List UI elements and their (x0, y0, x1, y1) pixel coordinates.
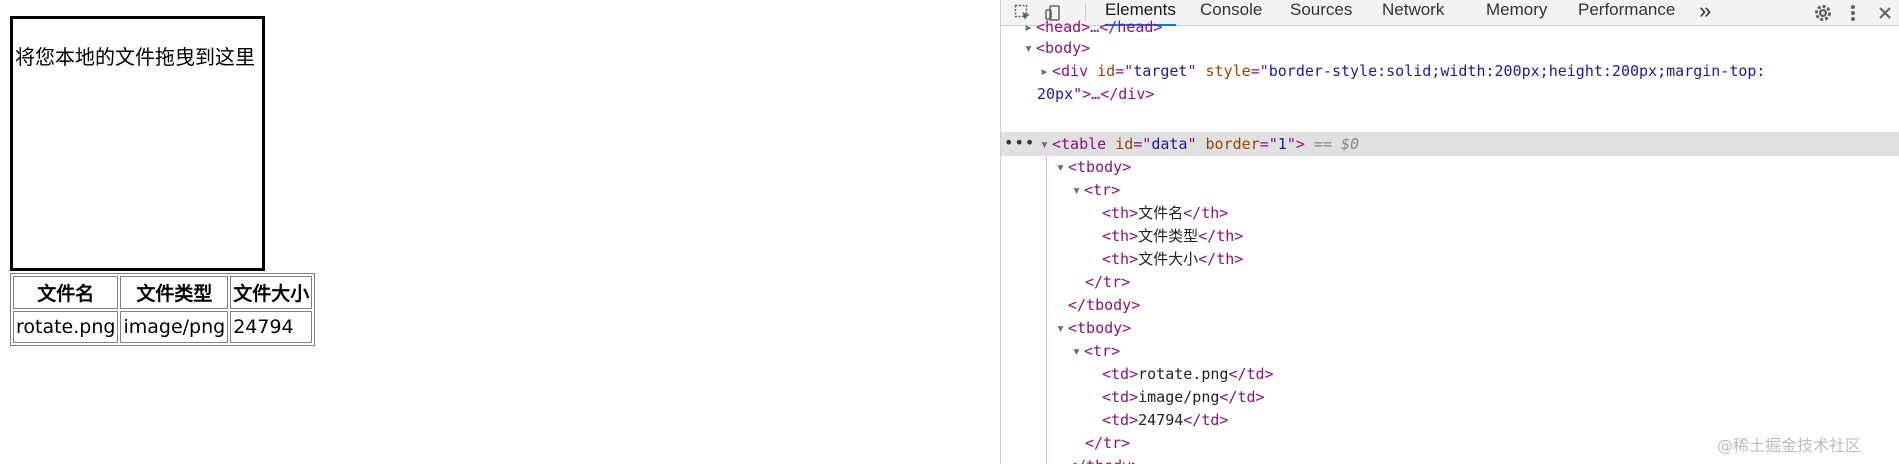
tree-line-tbody-1-close[interactable]: </tbody> (1068, 294, 1140, 317)
header-filesize: 文件大小 (230, 276, 313, 309)
tab-performance[interactable]: Performance (1578, 0, 1675, 26)
tree-line-tr-2[interactable]: ▾ <tr> (1069, 340, 1120, 363)
node-actions-ellipsis-icon[interactable]: ••• (1004, 133, 1035, 152)
tree-line-head[interactable]: ▸ <head>…</head> (1021, 16, 1162, 39)
tree-line-th-1[interactable]: <th>文件名</th> (1102, 202, 1228, 225)
devtools-panel: Elements Console Sources Network Memory … (1000, 0, 1899, 464)
close-icon[interactable] (1875, 0, 1895, 26)
tree-line-table[interactable]: ▾ <table id="data" border="1"> == $0 (1037, 133, 1359, 156)
header-filetype: 文件类型 (120, 276, 229, 309)
tree-line-div-cont: 20px">…</div> (1037, 85, 1155, 103)
drop-target-area[interactable]: 将您本地的文件拖曳到这里 (10, 16, 265, 271)
elements-tree: ▸ <head>…</head> ▾ <body> ▸ <div id="target… (1001, 18, 1899, 464)
gear-icon[interactable] (1811, 0, 1835, 26)
tree-line-tbody-1[interactable]: ▾ <tbody> (1053, 156, 1131, 179)
more-vert-icon[interactable] (1844, 0, 1862, 26)
collapse-arrow-icon[interactable]: ▾ (1053, 317, 1068, 340)
tree-line-tr-1-close[interactable]: </tr> (1085, 271, 1130, 294)
collapse-arrow-icon[interactable]: ▾ (1069, 179, 1084, 202)
tree-line-th-2[interactable]: <th>文件类型</th> (1102, 225, 1243, 248)
drop-target-text: 将您本地的文件拖曳到这里 (15, 45, 255, 69)
tree-line-body[interactable]: ▾ <body> (1021, 37, 1090, 60)
collapse-arrow-icon[interactable]: ▾ (1053, 156, 1068, 179)
tree-line-tr-1[interactable]: ▾ <tr> (1069, 179, 1120, 202)
watermark-text: @稀土掘金技术社区 (1717, 436, 1862, 455)
collapse-arrow-icon[interactable]: ▾ (1037, 133, 1052, 156)
file-info-table: 文件名 文件类型 文件大小 rotate.png image/png 24794 (10, 273, 316, 346)
collapse-arrow-icon[interactable]: ▾ (1021, 37, 1036, 60)
tab-sources[interactable]: Sources (1290, 0, 1352, 26)
expand-arrow-icon[interactable]: ▸ (1037, 60, 1052, 83)
expand-arrow-icon[interactable]: ▸ (1021, 16, 1036, 39)
tree-line-tbody-2-close[interactable]: </tbody> (1068, 455, 1140, 464)
header-filename: 文件名 (13, 276, 119, 309)
tab-console[interactable]: Console (1200, 0, 1262, 26)
tab-memory[interactable]: Memory (1486, 0, 1547, 26)
collapse-arrow-icon[interactable]: ▾ (1069, 340, 1084, 363)
rendered-page: 将您本地的文件拖曳到这里 文件名 文件类型 文件大小 rotate.png im… (0, 0, 1000, 464)
indent-guide (1046, 156, 1047, 464)
tree-line-tbody-2[interactable]: ▾ <tbody> (1053, 317, 1131, 340)
table-row: rotate.png image/png 24794 (13, 311, 313, 343)
tree-line-td-1[interactable]: <td>rotate.png</td> (1102, 363, 1274, 386)
more-tabs-icon[interactable]: » (1699, 0, 1711, 24)
tree-line-td-3[interactable]: <td>24794</td> (1102, 409, 1228, 432)
selected-node-marker: == $0 (1313, 135, 1360, 153)
tree-line-div[interactable]: ▸ <div id="target" style="border-style:so… (1037, 60, 1765, 83)
tree-line-td-2[interactable]: <td>image/png</td> (1102, 386, 1265, 409)
cell-filename: rotate.png (13, 311, 119, 343)
cell-filetype: image/png (120, 311, 229, 343)
tree-line-tr-2-close[interactable]: </tr> (1085, 432, 1130, 455)
table-header-row: 文件名 文件类型 文件大小 (13, 276, 313, 309)
tab-network[interactable]: Network (1382, 0, 1444, 26)
tree-line-th-3[interactable]: <th>文件大小</th> (1102, 248, 1243, 271)
cell-filesize: 24794 (230, 311, 313, 343)
